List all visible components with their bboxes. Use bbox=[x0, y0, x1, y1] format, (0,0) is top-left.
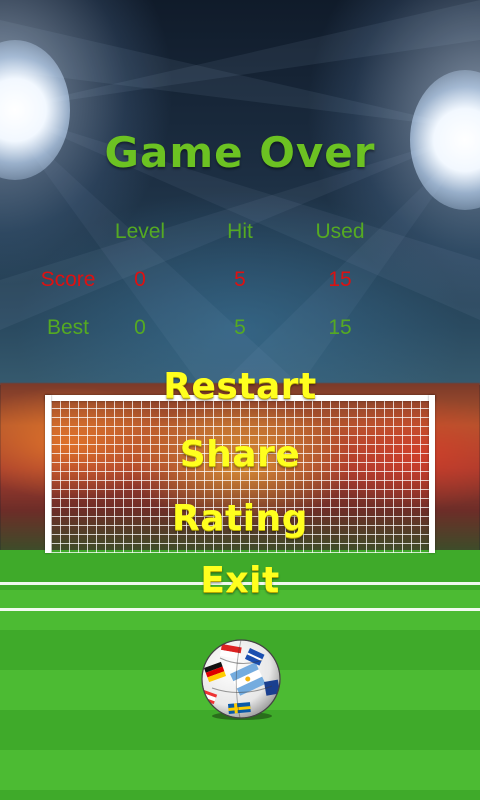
column-header-level: Level bbox=[114, 220, 166, 243]
stats-table: Level Hit Used Score 0 5 15 Best 0 5 15 bbox=[0, 0, 480, 360]
best-used-value: 15 bbox=[328, 316, 352, 339]
score-used-value: 15 bbox=[328, 268, 352, 291]
score-level-value: 0 bbox=[134, 268, 146, 291]
soccer-ball-flags-icon bbox=[201, 639, 281, 720]
best-level-value: 0 bbox=[134, 316, 146, 339]
rating-button[interactable]: Rating bbox=[0, 498, 480, 539]
score-hit-value: 5 bbox=[234, 268, 246, 291]
best-hit-value: 5 bbox=[234, 316, 246, 339]
exit-button[interactable]: Exit bbox=[0, 560, 480, 601]
share-button[interactable]: Share bbox=[0, 434, 480, 475]
pitch-line-front bbox=[0, 608, 480, 611]
game-over-screen: Game Over Level Hit Used Score 0 5 15 Be… bbox=[0, 0, 480, 800]
restart-button[interactable]: Restart bbox=[0, 366, 480, 407]
column-header-hit: Hit bbox=[227, 220, 253, 243]
column-header-used: Used bbox=[315, 220, 365, 243]
